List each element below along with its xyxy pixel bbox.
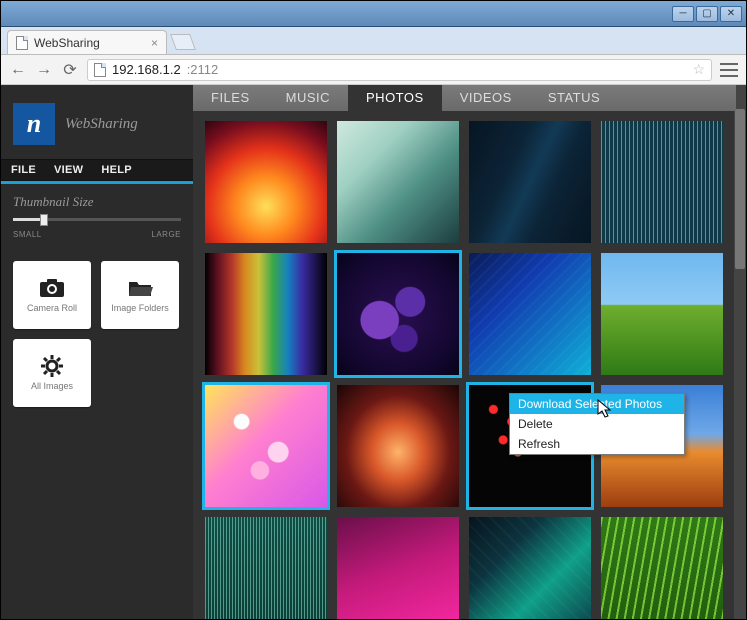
tab-videos[interactable]: VIDEOS (442, 85, 530, 111)
window-maximize-button[interactable]: ▢ (696, 6, 718, 22)
photo-thumbnail[interactable] (601, 121, 723, 243)
image-folders-label: Image Folders (111, 303, 169, 313)
os-titlebar: ─ ▢ ✕ (1, 1, 746, 27)
photo-thumbnail[interactable] (337, 385, 459, 507)
camera-icon (39, 277, 65, 299)
camera-roll-button[interactable]: Camera Roll (13, 261, 91, 329)
vertical-scrollbar[interactable] (734, 85, 746, 619)
photo-thumbnail[interactable] (469, 121, 591, 243)
url-input[interactable]: 192.168.1.2 :2112 ☆ (87, 59, 712, 81)
all-images-label: All Images (31, 381, 73, 391)
photo-grid-area (193, 85, 746, 619)
nav-reload-button[interactable]: ⟳ (61, 61, 79, 79)
url-host: 192.168.1.2 (112, 62, 181, 77)
page-icon (16, 36, 28, 50)
nav-back-button[interactable]: ← (9, 61, 27, 79)
menu-file[interactable]: FILE (11, 164, 36, 176)
menu-help[interactable]: HELP (101, 164, 132, 176)
photo-thumbnail[interactable] (601, 253, 723, 375)
app-menubar: FILE VIEW HELP (1, 159, 193, 181)
url-port: :2112 (187, 62, 219, 77)
photo-thumbnail[interactable] (205, 253, 327, 375)
photo-grid (205, 121, 734, 619)
tab-files[interactable]: FILES (193, 85, 268, 111)
window-close-button[interactable]: ✕ (720, 6, 742, 22)
context-menu: Download Selected Photos Delete Refresh (509, 393, 685, 455)
slider-max-label: LARGE (151, 230, 181, 239)
slider-min-label: SMALL (13, 230, 42, 239)
browser-tab[interactable]: WebSharing × (7, 30, 167, 54)
photo-thumbnail[interactable] (337, 517, 459, 619)
context-menu-download[interactable]: Download Selected Photos (510, 394, 684, 414)
menu-view[interactable]: VIEW (54, 164, 83, 176)
context-menu-refresh[interactable]: Refresh (510, 434, 684, 454)
image-folders-button[interactable]: Image Folders (101, 261, 179, 329)
folder-icon (127, 277, 153, 299)
thumbnail-size-label: Thumbnail Size (13, 194, 181, 210)
photo-thumbnail[interactable] (337, 253, 459, 375)
gear-icon (39, 355, 65, 377)
browser-navbar: ← → ⟳ 192.168.1.2 :2112 ☆ (1, 55, 746, 85)
sidebar: n WebSharing FILE VIEW HELP Thumbnail Si… (1, 85, 193, 619)
context-menu-delete[interactable]: Delete (510, 414, 684, 434)
tab-music[interactable]: MUSIC (268, 85, 348, 111)
browser-tab-title: WebSharing (34, 36, 100, 50)
photo-thumbnail[interactable] (205, 121, 327, 243)
camera-roll-label: Camera Roll (27, 303, 77, 313)
browser-window: ─ ▢ ✕ WebSharing × ← → ⟳ 192.168.1.2 :211… (0, 0, 747, 620)
tab-status[interactable]: STATUS (530, 85, 618, 111)
tab-close-icon[interactable]: × (151, 36, 158, 50)
brand: n WebSharing (1, 85, 193, 159)
photo-thumbnail[interactable] (469, 253, 591, 375)
app-root: FILES MUSIC PHOTOS VIDEOS STATUS n WebSh… (1, 85, 746, 619)
app-name: WebSharing (65, 116, 138, 133)
photo-thumbnail[interactable] (601, 517, 723, 619)
main-tabbar: FILES MUSIC PHOTOS VIDEOS STATUS (193, 85, 736, 111)
browser-menu-button[interactable] (720, 63, 738, 77)
window-minimize-button[interactable]: ─ (672, 6, 694, 22)
photo-thumbnail[interactable] (205, 385, 327, 507)
photo-thumbnail[interactable] (205, 517, 327, 619)
all-images-button[interactable]: All Images (13, 339, 91, 407)
app-logo: n (13, 103, 55, 145)
photo-thumbnail[interactable] (337, 121, 459, 243)
thumbnail-size-slider[interactable] (13, 212, 181, 228)
photo-thumbnail[interactable] (469, 517, 591, 619)
nav-forward-button[interactable]: → (35, 61, 53, 79)
browser-tabbar: WebSharing × (1, 27, 746, 55)
bookmark-star-icon[interactable]: ☆ (692, 61, 705, 78)
new-tab-button[interactable] (170, 34, 196, 50)
page-icon (94, 63, 106, 77)
tab-photos[interactable]: PHOTOS (348, 85, 442, 111)
